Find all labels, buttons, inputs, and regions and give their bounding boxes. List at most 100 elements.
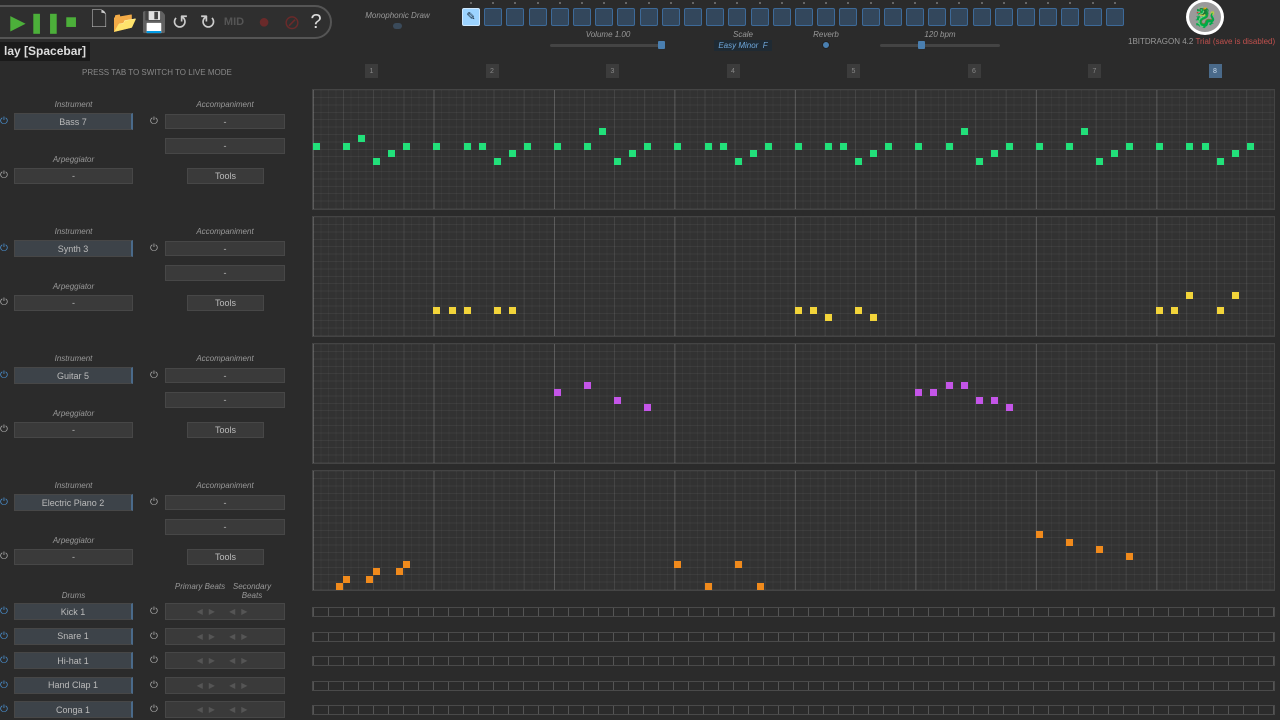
scale-select[interactable]: Easy Minor F [714,40,772,51]
piano-roll-3[interactable] [312,470,1275,591]
pattern-slot[interactable] [928,8,947,26]
note[interactable] [1005,142,1013,150]
power-icon[interactable]: ⏻ [0,704,8,715]
help-button[interactable]: ? [304,10,328,34]
pattern-slot[interactable] [728,8,747,26]
piano-roll-2[interactable] [312,343,1275,464]
note[interactable] [343,575,351,583]
note[interactable] [855,306,863,314]
note[interactable] [493,306,501,314]
pattern-slot[interactable] [772,8,791,26]
drum-step-row[interactable] [312,631,1275,642]
arpeggiator-select[interactable]: - [14,422,133,438]
power-icon[interactable]: ⏻ [150,631,158,642]
note[interactable] [960,382,968,389]
note[interactable] [809,306,817,314]
note[interactable] [1231,292,1239,299]
pattern-slot[interactable] [839,8,858,26]
note[interactable] [1126,142,1134,150]
note[interactable] [508,150,516,158]
reverb-knob[interactable] [822,41,830,49]
power-icon[interactable]: ⏻ [0,680,8,691]
bar-marker[interactable]: 2 [485,64,499,78]
note[interactable] [1005,404,1013,412]
drum-step-row[interactable] [312,705,1275,715]
instrument-select[interactable]: Synth 3 [14,240,133,257]
accompaniment-select-2[interactable]: - [165,138,285,154]
note[interactable] [945,142,953,150]
accompaniment-select-1[interactable]: - [165,241,285,256]
note[interactable] [433,306,441,314]
power-icon[interactable]: ⏻ [0,370,8,381]
power-icon[interactable]: ⏻ [0,551,8,562]
note[interactable] [960,128,968,135]
note[interactable] [855,157,863,165]
note[interactable] [674,142,682,150]
power-icon[interactable]: ⏻ [150,704,158,715]
accompaniment-select-2[interactable]: - [165,392,285,408]
drum-select[interactable]: Conga 1 [14,701,133,718]
beat-selector[interactable]: ◀▶ ◀▶ [165,603,285,620]
pattern-slot[interactable] [1105,8,1124,26]
pattern-slot[interactable] [972,8,991,26]
note[interactable] [388,150,396,158]
arpeggiator-select[interactable]: - [14,168,133,184]
note[interactable] [1081,128,1089,135]
power-icon[interactable]: ⏻ [0,655,8,666]
note[interactable] [644,404,652,412]
pattern-slot[interactable] [573,8,591,26]
bar-marker[interactable]: 4 [726,64,740,78]
drum-step-row[interactable] [312,607,1275,617]
note[interactable] [463,142,471,150]
pattern-slot[interactable] [1039,8,1058,26]
note[interactable] [734,560,742,568]
pattern-slot[interactable] [550,8,569,26]
pattern-slot[interactable] [906,8,924,26]
accompaniment-select-1[interactable]: - [165,114,285,129]
instrument-select[interactable]: Bass 7 [14,113,133,130]
undo-button[interactable]: ↺ [168,10,192,34]
note[interactable] [885,142,893,150]
open-button[interactable]: 📂 [113,10,138,34]
bar-marker[interactable]: 6 [967,64,981,78]
monophonic-toggle[interactable] [393,23,402,29]
redo-button[interactable]: ↻ [196,10,220,34]
save-button[interactable]: 💾 [142,10,167,34]
midi-button[interactable]: MID [222,10,246,34]
note[interactable] [553,389,561,397]
note[interactable] [1201,142,1209,150]
power-icon[interactable]: ⏻ [150,680,158,691]
bar-marker[interactable]: 3 [606,64,619,78]
power-icon[interactable]: ⏻ [150,606,158,617]
drum-select[interactable]: Hi-hat 1 [14,652,133,669]
note[interactable] [915,142,923,150]
note[interactable] [584,382,592,389]
arrow-left-right-icons[interactable]: ◀▶ ◀▶ [197,705,254,714]
pattern-slot[interactable] [1017,8,1035,26]
note[interactable] [599,128,607,135]
note[interactable] [1066,538,1073,546]
arpeggiator-select[interactable]: - [14,549,133,565]
note[interactable] [975,396,983,404]
arrow-left-right-icons[interactable]: ◀▶ ◀▶ [197,607,254,616]
note[interactable] [1096,157,1104,165]
power-icon[interactable]: ⏻ [150,243,158,254]
note[interactable] [644,142,652,150]
note[interactable] [358,135,366,143]
drum-select[interactable]: Kick 1 [14,603,133,620]
note[interactable] [523,142,531,150]
power-icon[interactable]: ⏻ [0,631,8,642]
power-icon[interactable]: ⏻ [0,170,8,181]
pattern-slot[interactable] [528,8,547,26]
volume-slider[interactable] [550,41,665,49]
note[interactable] [433,142,441,150]
arrow-left-right-icons[interactable]: ◀▶ ◀▶ [197,656,254,665]
power-icon[interactable]: ⏻ [0,424,8,435]
note[interactable] [395,568,403,576]
arpeggiator-select[interactable]: - [14,295,133,311]
volume-thumb[interactable] [658,41,665,49]
note[interactable] [629,150,637,158]
pause-button[interactable]: ❚❚ [28,10,62,34]
note[interactable] [403,142,411,150]
note[interactable] [365,575,373,583]
